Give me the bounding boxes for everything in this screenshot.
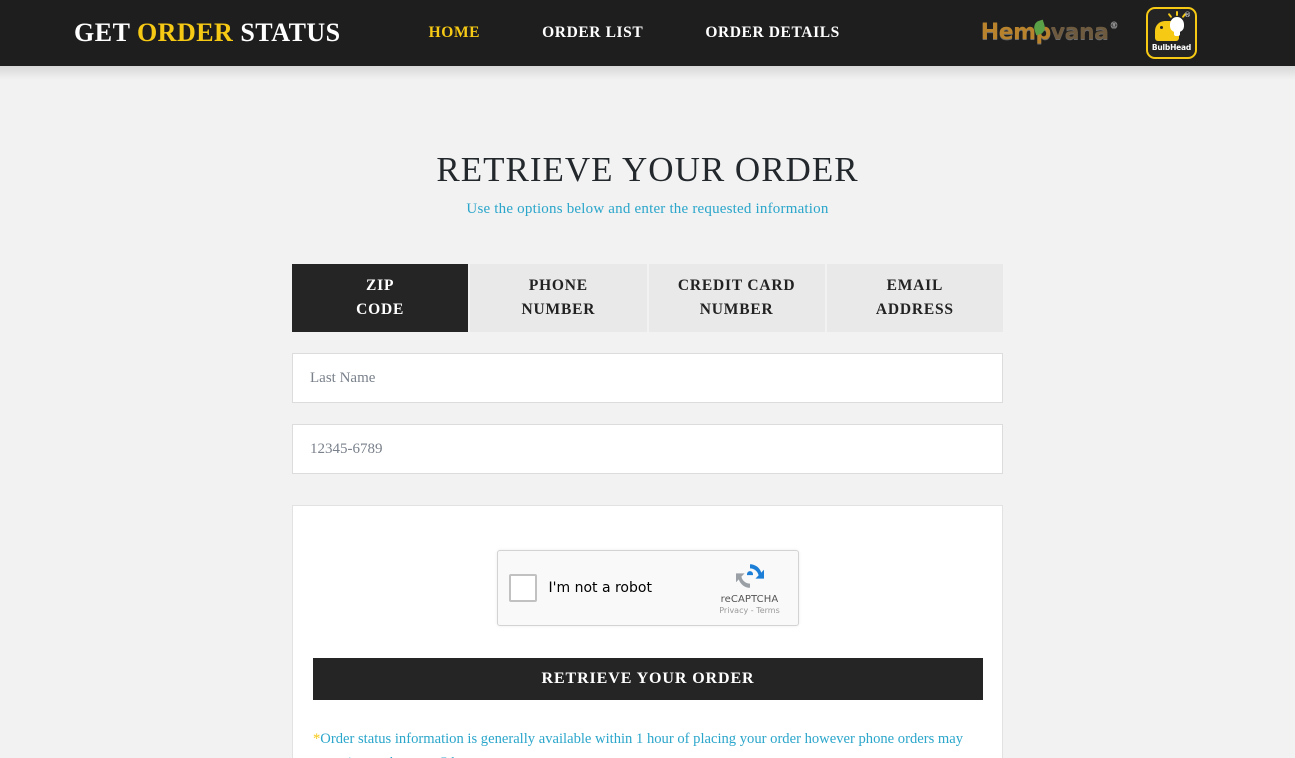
light-ray-icon	[1167, 12, 1173, 19]
tab-email-address-line1: EMAIL	[886, 276, 944, 294]
recaptcha-label: I'm not a robot	[548, 580, 652, 596]
brand-word-get: GET	[74, 18, 130, 47]
tab-phone-number-line2: NUMBER	[521, 301, 596, 318]
recaptcha-branding: reCAPTCHA Privacy - Terms	[712, 559, 788, 615]
page-body: RETRIEVE YOUR ORDER Use the options belo…	[0, 80, 1295, 758]
header-logos: Hemp v ana ® ® BulbHead	[981, 0, 1197, 66]
captcha-card: I'm not a robot reCAPTCHA Privacy - Term…	[292, 505, 1003, 758]
order-status-note: *Order status information is generally a…	[313, 727, 983, 758]
hempvana-logo[interactable]: Hemp v ana ®	[981, 19, 1119, 45]
bulbhead-logo[interactable]: ® BulbHead	[1146, 7, 1197, 59]
tab-zip-code[interactable]: ZIP CODE	[292, 264, 469, 332]
site-header: GET ORDER STATUS HOME ORDER LIST ORDER D…	[0, 0, 1295, 66]
site-logo-text[interactable]: GET ORDER STATUS	[74, 18, 341, 48]
recaptcha-checkbox[interactable]	[508, 574, 537, 602]
tab-zip-code-line2: CODE	[356, 301, 405, 318]
main-navigation: HOME ORDER LIST ORDER DETAILS	[398, 24, 871, 42]
light-ray-icon	[1176, 11, 1178, 16]
page-subtitle: Use the options below and enter the requ…	[466, 201, 829, 217]
recaptcha-logo-icon	[733, 559, 767, 593]
header-shadow	[0, 66, 1295, 80]
note-text: Order status information is generally av…	[313, 731, 964, 758]
hempvana-logo-part2: v	[1050, 20, 1065, 45]
eye-icon	[1160, 26, 1163, 29]
nav-link-home[interactable]: HOME	[398, 24, 511, 42]
tab-email-address-line2: ADDRESS	[875, 301, 954, 318]
recaptcha-legal-links[interactable]: Privacy - Terms	[712, 606, 788, 615]
recaptcha-widget[interactable]: I'm not a robot reCAPTCHA Privacy - Term…	[496, 550, 799, 626]
tab-credit-card-number-line1: CREDIT CARD	[677, 276, 796, 294]
brand-word-status: STATUS	[240, 18, 341, 47]
tab-phone-number-line1: PHONE	[528, 276, 588, 294]
brand-word-order: ORDER	[136, 18, 234, 47]
retrieve-order-form: ZIP CODE PHONE NUMBER CREDIT CARD NUMBER…	[292, 218, 1003, 758]
tab-phone-number[interactable]: PHONE NUMBER	[470, 264, 647, 332]
last-name-input[interactable]	[292, 353, 1003, 403]
tab-credit-card-number-line2: NUMBER	[699, 301, 774, 318]
zip-code-input[interactable]	[292, 424, 1003, 474]
nav-link-order-list[interactable]: ORDER LIST	[511, 24, 674, 42]
bulbhead-logo-label: BulbHead	[1151, 43, 1192, 52]
registered-mark-icon: ®	[1109, 21, 1119, 31]
registered-mark-icon: ®	[1184, 11, 1191, 19]
lookup-method-tabs: ZIP CODE PHONE NUMBER CREDIT CARD NUMBER…	[292, 264, 1003, 332]
tab-email-address[interactable]: EMAIL ADDRESS	[826, 264, 1003, 332]
hempvana-logo-part3: ana	[1064, 20, 1109, 45]
tab-zip-code-line1: ZIP	[366, 276, 395, 294]
page-title: RETRIEVE YOUR ORDER	[436, 150, 859, 189]
nav-link-order-details[interactable]: ORDER DETAILS	[674, 24, 871, 42]
recaptcha-brand-name: reCAPTCHA	[720, 594, 779, 605]
lightbulb-icon	[1170, 17, 1184, 36]
tab-credit-card-number[interactable]: CREDIT CARD NUMBER	[648, 264, 825, 332]
retrieve-order-button[interactable]: RETRIEVE YOUR ORDER	[313, 658, 983, 700]
